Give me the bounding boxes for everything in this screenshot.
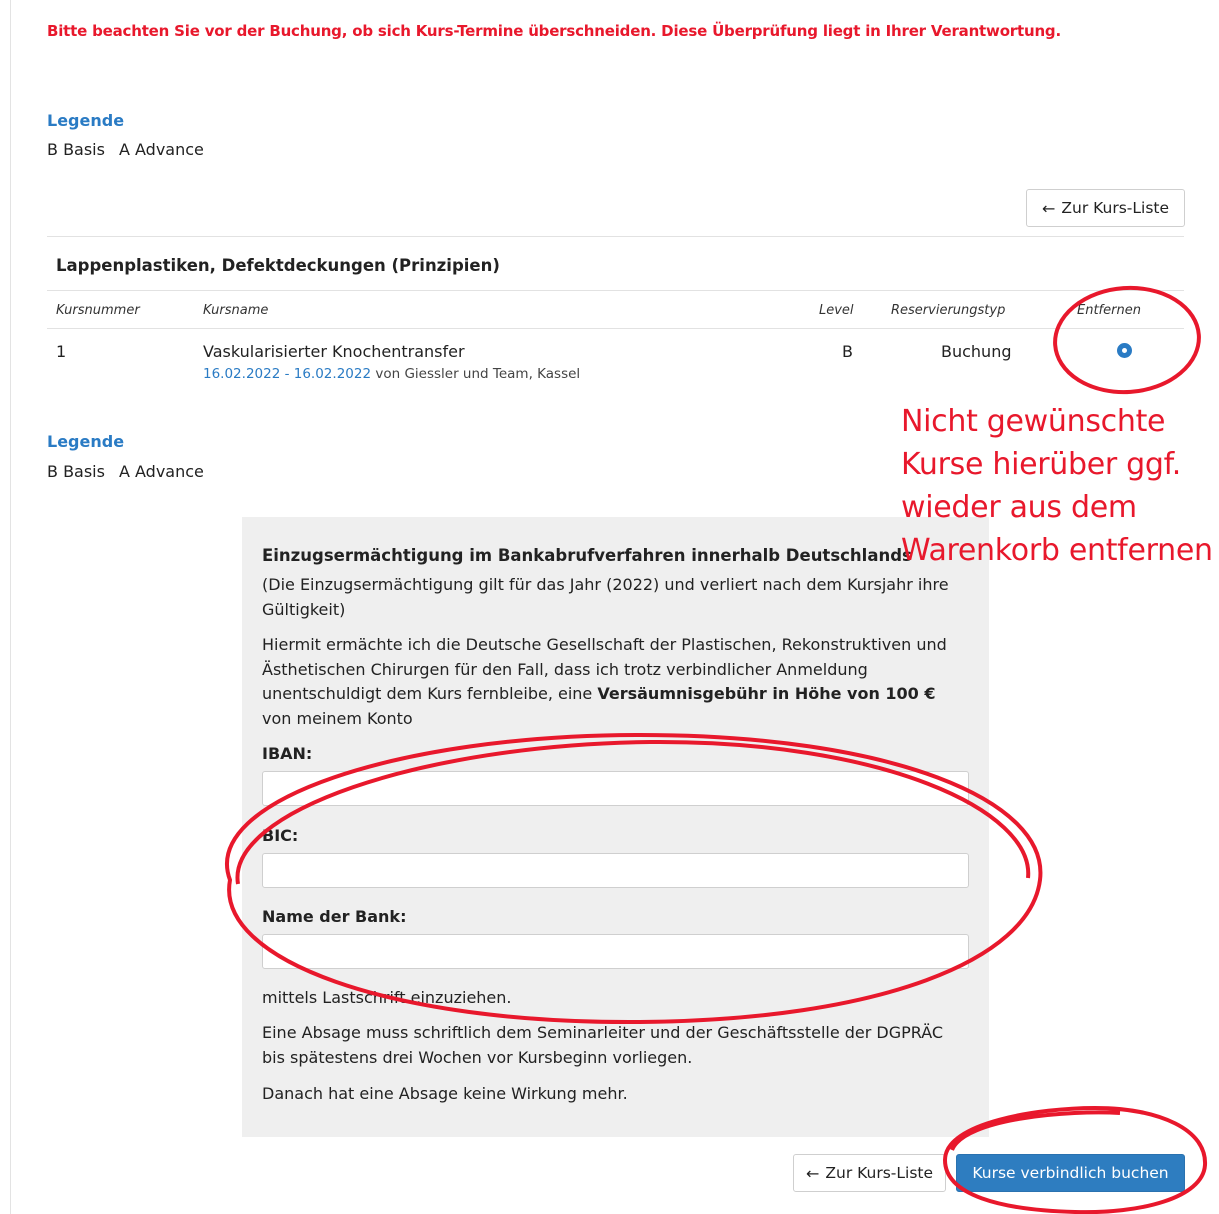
mandate-authorization: Hiermit ermächte ich die Deutsche Gesell… (262, 633, 952, 731)
course-name: Vaskularisierter Knochentransfer (203, 342, 465, 361)
iban-input[interactable] (262, 771, 969, 806)
arrow-left-icon: ← (1041, 198, 1056, 218)
back-to-list-button-bottom[interactable]: ← Zur Kurs-Liste (793, 1154, 946, 1192)
course-number: 1 (56, 342, 67, 361)
iban-label: IBAN: (262, 744, 313, 763)
column-header-name: Kursname (203, 303, 269, 318)
arrow-left-icon: ← (805, 1163, 820, 1183)
column-header-remove: Entfernen (1077, 303, 1141, 318)
authorization-text-end: von meinem Konto (262, 708, 413, 728)
cancellation-text: Eine Absage muss schriftlich dem Seminar… (262, 1023, 944, 1067)
legend-items: B Basis A Advance (47, 462, 218, 481)
legend-item-advance: A Advance (118, 462, 204, 481)
mandate-validity: (Die Einzugsermächtigung gilt für das Ja… (262, 575, 949, 619)
mandate-heading: Einzugsermächtigung im Bankabrufverfahre… (262, 546, 912, 565)
bank-name-input[interactable] (262, 934, 969, 969)
back-to-list-label: Zur Kurs-Liste (1061, 199, 1170, 217)
fee-text: Versäumnisgebühr in Höhe von 100 € (597, 684, 936, 703)
divider (47, 236, 1184, 237)
overlap-warning: Bitte beachten Sie vor der Buchung, ob s… (47, 22, 1061, 40)
course-level: B (842, 342, 853, 361)
back-to-list-button-top[interactable]: ← Zur Kurs-Liste (1026, 189, 1185, 227)
bic-input[interactable] (262, 853, 969, 888)
legend-title: Legende (47, 432, 125, 451)
annotation-line: Warenkorb entfernen (901, 533, 1213, 568)
course-reservation-type: Buchung (941, 342, 1012, 361)
divider (47, 290, 1184, 291)
column-header-reservation: Reservierungstyp (891, 303, 1006, 318)
annotation-line: wieder aus dem (901, 490, 1137, 525)
annotation-circle-remove (1053, 285, 1201, 395)
legend-item-basis: B Basis (47, 140, 105, 159)
book-courses-label: Kurse verbindlich buchen (972, 1164, 1169, 1182)
after-text: Danach hat eine Absage keine Wirkung meh… (262, 1084, 628, 1103)
annotation-line: Nicht gewünschte (901, 404, 1166, 439)
annotation-line: Kurse hierüber ggf. (901, 447, 1181, 482)
remove-course-icon[interactable] (1117, 343, 1132, 358)
column-header-number: Kursnummer (56, 303, 140, 318)
course-organizer: von Giessler und Team, Kassel (375, 366, 581, 382)
bank-name-label: Name der Bank: (262, 907, 407, 926)
column-header-level: Level (819, 303, 854, 318)
legend-item-advance: A Advance (118, 140, 204, 159)
left-border (10, 0, 11, 1214)
back-to-list-label: Zur Kurs-Liste (825, 1164, 934, 1182)
legend-title: Legende (47, 111, 125, 130)
debit-text: mittels Lastschrift einzuziehen. (262, 988, 512, 1007)
annotation-note: Nicht gewünschte Kurse hierüber ggf. wie… (901, 400, 1217, 572)
book-courses-button[interactable]: Kurse verbindlich buchen (956, 1154, 1185, 1192)
bic-label: BIC: (262, 826, 299, 845)
course-group-title: Lappenplastiken, Defektdeckungen (Prinzi… (56, 256, 500, 275)
legend-items: B Basis A Advance (47, 140, 218, 159)
legend-item-basis: B Basis (47, 462, 105, 481)
course-dates-link[interactable]: 16.02.2022 - 16.02.2022 (203, 366, 371, 382)
course-details: 16.02.2022 - 16.02.2022 von Giessler und… (203, 366, 580, 382)
divider (47, 328, 1184, 329)
